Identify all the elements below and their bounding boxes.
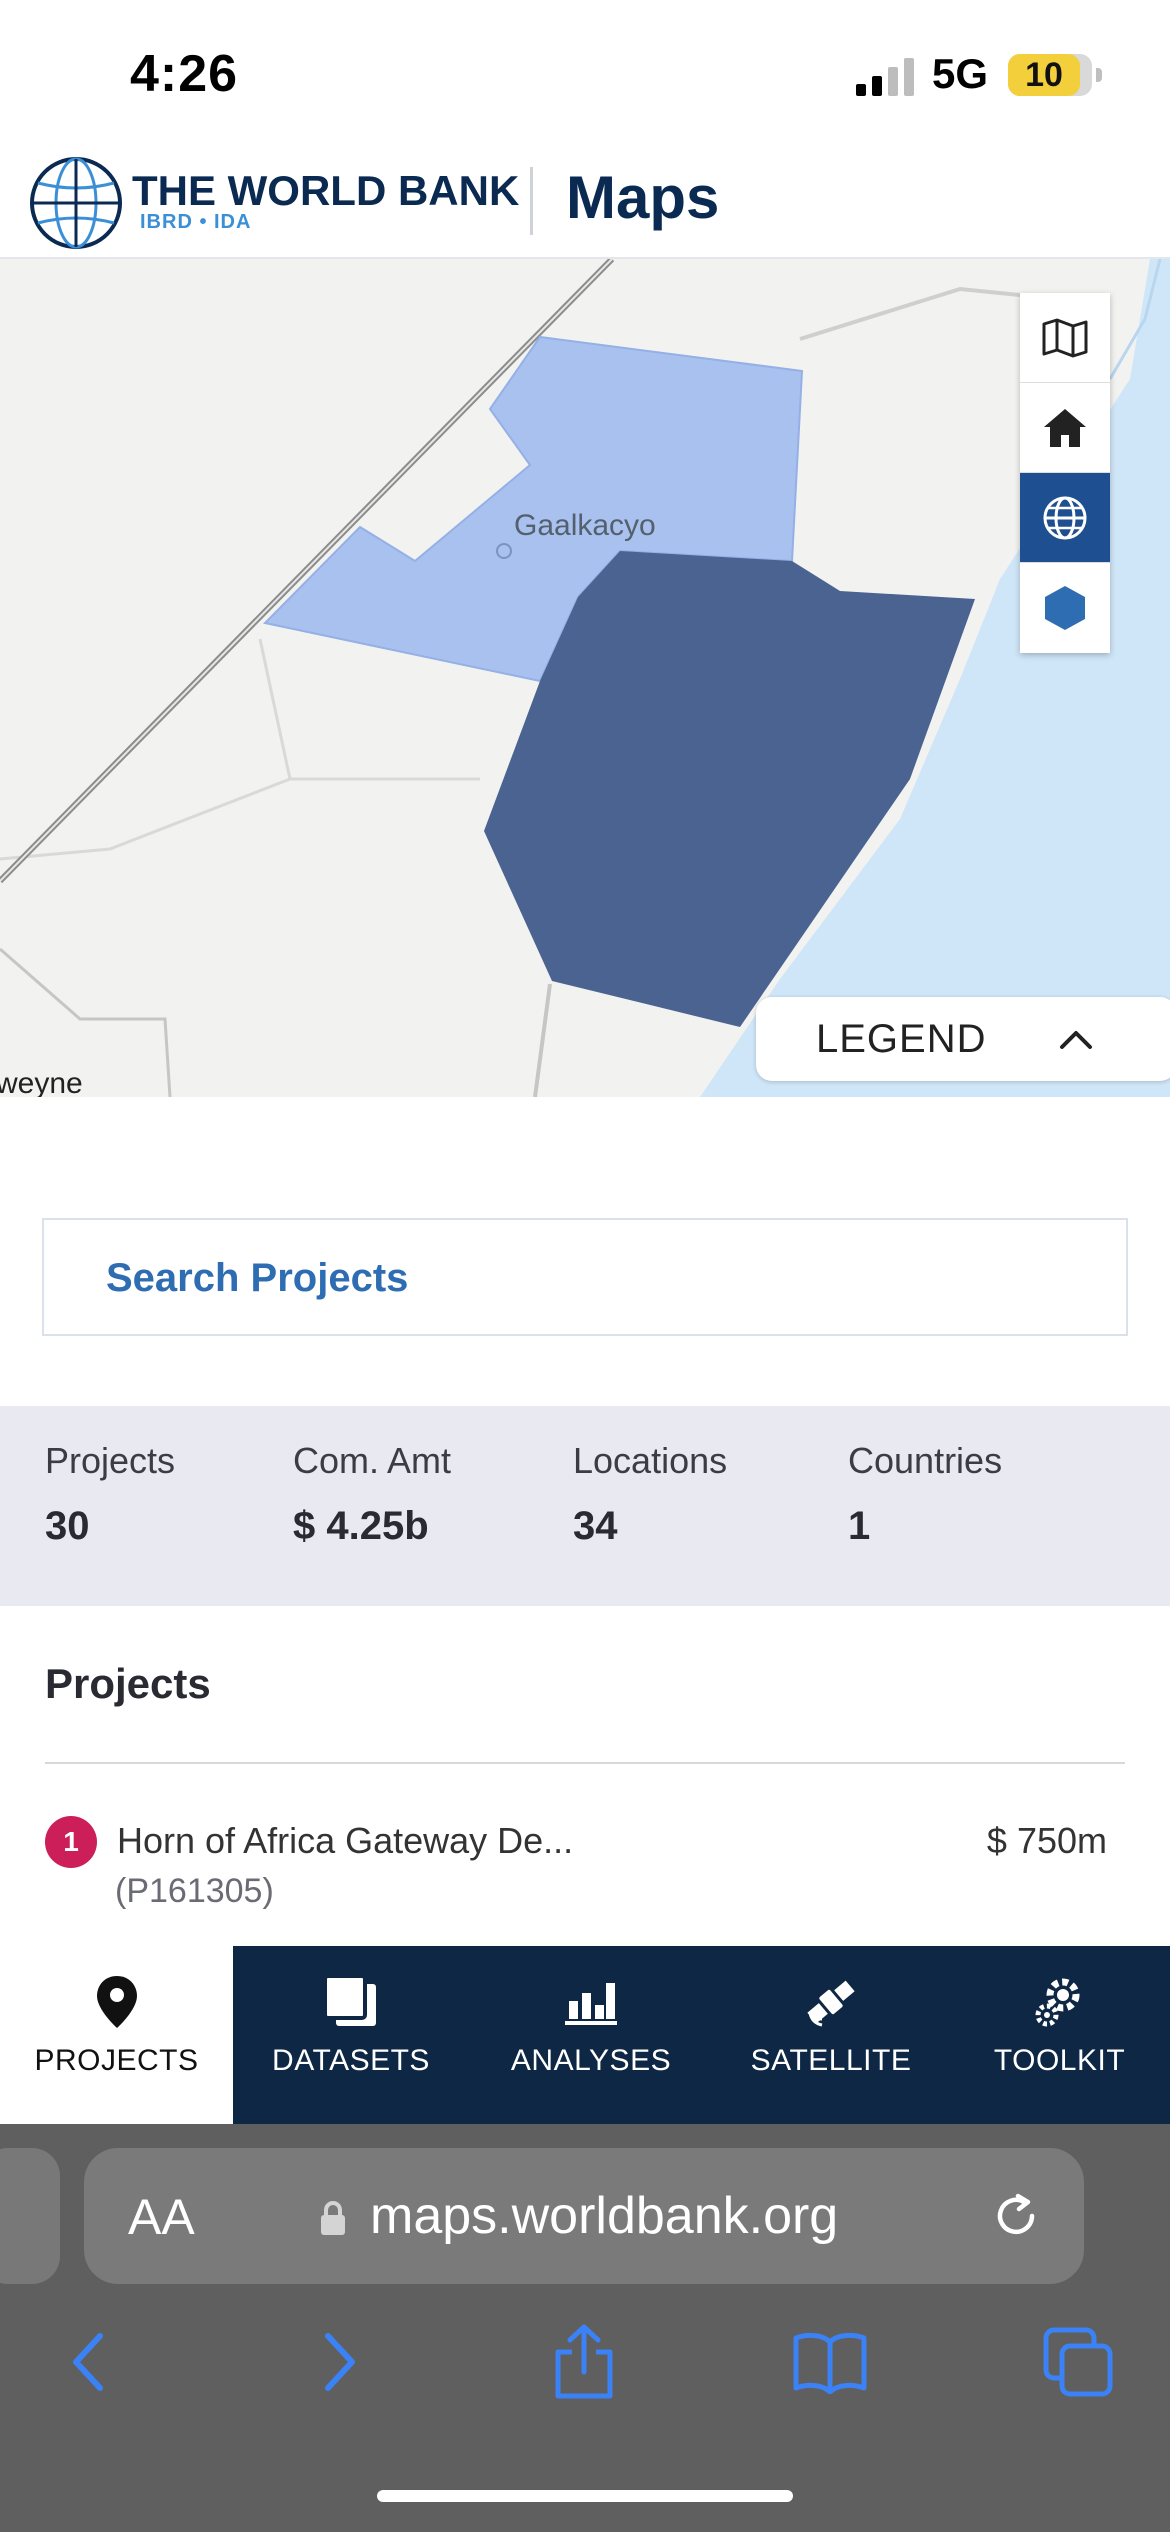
status-bar: 4:26 5G 10: [0, 0, 1170, 145]
hexagon-icon: [1045, 586, 1085, 630]
lock-icon: [321, 2201, 345, 2235]
search-placeholder: Search Projects: [106, 1256, 409, 1300]
tab-label: ANALYSES: [510, 2044, 672, 2077]
stat-value: 34: [573, 1504, 618, 1548]
search-projects-input[interactable]: Search Projects: [42, 1218, 1128, 1336]
project-amount: $ 750m: [986, 1820, 1107, 1861]
share-icon: [555, 2324, 613, 2399]
stat-value: 30: [45, 1504, 90, 1548]
stat-value: 1: [848, 1504, 871, 1548]
app-header: THE WORLD BANK IBRD • IDA Maps: [0, 145, 1170, 259]
tabs-icon: [1043, 2327, 1113, 2397]
stat-locations: Locations 34: [573, 1440, 727, 1549]
stat-label: Locations: [573, 1440, 728, 1481]
bottom-nav: PROJECTS DATASETS ANALYSES SATELLITE TOO…: [0, 1946, 1170, 2124]
tab-datasets[interactable]: DATASETS: [233, 1946, 469, 2124]
tab-label: SATELLITE: [750, 2044, 912, 2077]
stat-label: Projects: [45, 1440, 176, 1481]
chevron-left-icon: [73, 2333, 103, 2391]
tab-toolkit[interactable]: TOOLKIT: [949, 1946, 1170, 2124]
map-pin-icon: [96, 1976, 137, 2028]
reload-icon[interactable]: [988, 2188, 1044, 2244]
map-view[interactable]: Gaalkacyo weyne LEGEND: [0, 259, 1170, 1097]
stat-label: Countries: [848, 1440, 1003, 1481]
address-bar[interactable]: AA maps.worldbank.org: [84, 2148, 1084, 2284]
globe-view-button[interactable]: [1020, 473, 1110, 563]
map-canvas[interactable]: [0, 259, 1170, 1097]
tab-label: PROJECTS: [34, 2044, 199, 2077]
tab-satellite[interactable]: SATELLITE: [713, 1946, 949, 2124]
signal-icon: [856, 58, 914, 96]
map-icon: [1042, 318, 1088, 357]
url-text[interactable]: maps.worldbank.org: [370, 2186, 838, 2246]
battery-level: 10: [1025, 56, 1063, 94]
back-button[interactable]: [48, 2322, 128, 2402]
map-edge-label: weyne: [0, 1067, 83, 1097]
chevron-up-icon: [1060, 1031, 1092, 1049]
org-name: THE WORLD BANK: [132, 167, 520, 214]
map-controls: [1020, 293, 1110, 653]
network-type: 5G: [932, 50, 989, 97]
clock: 4:26: [130, 45, 239, 103]
forward-button[interactable]: [300, 2322, 380, 2402]
tab-analyses[interactable]: ANALYSES: [469, 1946, 713, 2124]
project-list-item[interactable]: 1 Horn of Africa Gateway De... (P161305)…: [45, 1812, 1125, 1932]
text-size-button[interactable]: AA: [128, 2188, 195, 2246]
previous-tab-preview[interactable]: [0, 2148, 60, 2284]
stat-commitment-amount: Com. Amt $ 4.25b: [293, 1440, 451, 1549]
stat-countries: Countries 1: [848, 1440, 1002, 1549]
tabs-button[interactable]: [1038, 2322, 1118, 2402]
project-index-badge: 1: [45, 1816, 97, 1868]
project-title[interactable]: Horn of Africa Gateway De...: [117, 1820, 573, 1862]
projects-divider: [45, 1762, 1125, 1764]
tab-label: DATASETS: [272, 2044, 430, 2077]
legend-toggle[interactable]: LEGEND: [756, 997, 1170, 1081]
projects-heading: Projects: [45, 1660, 211, 1707]
home-indicator: [377, 2490, 793, 2502]
home-view-button[interactable]: [1020, 383, 1110, 473]
org-subtitle: IBRD • IDA: [140, 211, 252, 233]
book-icon: [793, 2332, 867, 2394]
satellite-icon: [807, 1980, 855, 2027]
share-button[interactable]: [544, 2322, 624, 2402]
layers-icon: [323, 1974, 376, 2026]
battery-icon: 10: [1008, 54, 1102, 96]
stats-summary: Projects 30 Com. Amt $ 4.25b Locations 3…: [0, 1406, 1170, 1606]
home-icon: [1044, 408, 1086, 447]
bar-chart-icon: [565, 1983, 617, 2025]
tab-projects[interactable]: PROJECTS: [0, 1946, 233, 2124]
app-title: Maps: [566, 164, 720, 231]
basemap-button[interactable]: [1020, 293, 1110, 383]
world-bank-logo-icon[interactable]: [28, 155, 124, 251]
stat-projects: Projects 30: [45, 1440, 175, 1549]
legend-label: LEGEND: [816, 1017, 987, 1061]
globe-icon: [1043, 496, 1087, 539]
tab-label: TOOLKIT: [993, 2044, 1126, 2077]
stat-label: Com. Amt: [293, 1440, 452, 1481]
project-id: (P161305): [115, 1872, 274, 1910]
header-divider: [530, 167, 533, 235]
chevron-right-icon: [325, 2333, 355, 2391]
map-place-label: Gaalkacyo: [514, 509, 656, 542]
hexbin-button[interactable]: [1020, 563, 1110, 653]
gear-icon: [1035, 1978, 1079, 2027]
bookmarks-button[interactable]: [790, 2322, 870, 2402]
stat-value: $ 4.25b: [293, 1504, 429, 1548]
